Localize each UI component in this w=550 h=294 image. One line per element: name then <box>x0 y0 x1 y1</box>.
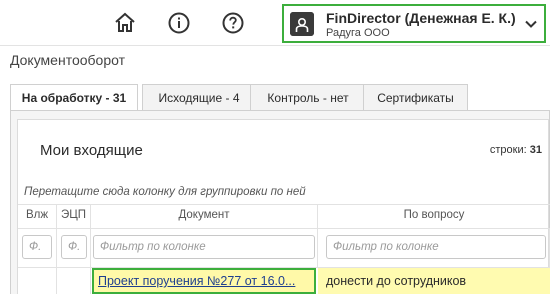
column-header-document[interactable]: Документ <box>91 204 318 228</box>
column-header-question[interactable]: По вопросу <box>318 204 550 228</box>
cell-attachment <box>18 268 57 294</box>
tab-inbox-processing[interactable]: На обработку - 31 <box>10 84 138 112</box>
cell-signature <box>57 268 91 294</box>
tab-outgoing[interactable]: Исходящие - 4 <box>142 84 256 110</box>
document-link[interactable]: Проект поручения №277 от 16.0... <box>92 268 316 294</box>
filter-input-signature[interactable]: Ф. <box>61 235 87 259</box>
column-header-signature[interactable]: ЭЦП <box>57 204 91 228</box>
user-avatar-icon <box>290 12 314 36</box>
user-company: Радуга ООО <box>326 27 390 39</box>
filter-cell: Фильтр по колонке <box>91 229 318 267</box>
top-bar: FinDirector (Денежная Е. К.) Радуга ООО <box>0 0 550 46</box>
filter-input-question[interactable]: Фильтр по колонке <box>326 235 546 259</box>
user-menu-button[interactable]: FinDirector (Денежная Е. К.) Радуга ООО <box>282 4 546 43</box>
filter-row: Ф. Ф. Фильтр по колонке Фильтр по колонк… <box>18 228 550 267</box>
tab-panel: Мои входящие строки: 31 Перетащите сюда … <box>10 110 550 294</box>
home-icon[interactable] <box>113 11 137 35</box>
filter-input-document[interactable]: Фильтр по колонке <box>93 235 315 259</box>
user-name: FinDirector (Денежная Е. К.) <box>326 10 516 26</box>
rows-counter-value: 31 <box>529 144 542 156</box>
cell-question: донести до сотрудников <box>318 268 550 294</box>
filter-cell: Ф. <box>57 229 91 267</box>
group-panel[interactable]: Перетащите сюда колонку для группировки … <box>24 186 306 198</box>
rows-counter-label: строки: <box>489 144 527 156</box>
filter-input-attachment[interactable]: Ф. <box>22 235 52 259</box>
filter-cell: Фильтр по колонке <box>318 229 550 267</box>
grid-title: Мои входящие <box>40 142 143 159</box>
tab-certificates[interactable]: Сертификаты <box>363 84 468 110</box>
incoming-grid: Мои входящие строки: 31 Перетащите сюда … <box>17 119 550 294</box>
column-header-attachment[interactable]: Влж <box>18 204 57 228</box>
help-icon[interactable] <box>221 11 245 35</box>
table-row[interactable]: Проект поручения №277 от 16.0... донести… <box>18 267 550 294</box>
chevron-down-icon <box>525 20 537 28</box>
info-icon[interactable] <box>167 11 191 35</box>
filter-cell: Ф. <box>18 229 57 267</box>
rows-counter: строки: 31 <box>490 144 542 156</box>
page-title: Документооборот <box>10 52 126 68</box>
tab-control[interactable]: Контроль - нет <box>250 84 366 110</box>
